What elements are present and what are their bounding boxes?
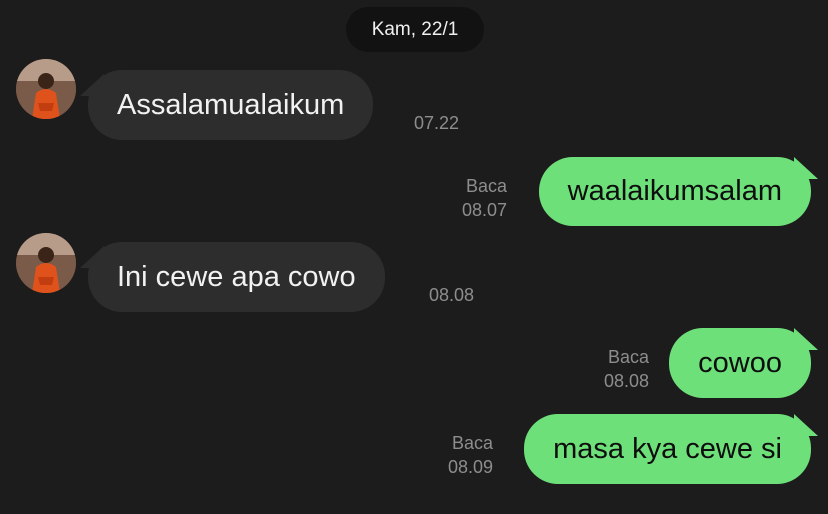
contact-avatar[interactable] xyxy=(16,233,76,293)
message-text: waalaikumsalam xyxy=(567,175,782,207)
message-time: 08.08 xyxy=(429,285,475,305)
message-time: 08.07 xyxy=(461,200,507,220)
message-text: cowoo xyxy=(698,346,782,379)
message-meta: Baca 08.09 xyxy=(448,431,493,479)
bubble-tail xyxy=(794,414,818,436)
message-bubble-outgoing[interactable]: cowoo xyxy=(669,328,811,398)
message-time: 08.09 xyxy=(447,457,493,477)
message-bubble-incoming[interactable]: Assalamualaikum xyxy=(88,70,374,140)
message-time: 07.22 xyxy=(414,113,460,133)
message-text: masa kya cewe si xyxy=(553,432,782,465)
message-bubble-outgoing[interactable]: masa kya cewe si xyxy=(524,414,811,484)
message-meta: Baca 08.08 xyxy=(604,345,649,393)
message-time: 08.08 xyxy=(603,371,649,391)
message-meta: Baca 08.07 xyxy=(462,174,507,222)
read-status: Baca xyxy=(607,347,649,367)
avatar-image xyxy=(16,233,76,293)
message-text: Ini cewe apa cowo xyxy=(117,260,356,293)
message-bubble-outgoing[interactable]: waalaikumsalam xyxy=(538,157,811,226)
date-separator: Kam, 22/1 xyxy=(346,7,484,52)
avatar-image xyxy=(16,59,76,119)
message-text: Assalamualaikum xyxy=(117,88,345,121)
bubble-tail xyxy=(794,157,818,179)
message-bubble-incoming[interactable]: Ini cewe apa cowo xyxy=(88,242,385,312)
read-status: Baca xyxy=(465,176,507,196)
bubble-tail xyxy=(794,328,818,350)
contact-avatar[interactable] xyxy=(16,59,76,119)
read-status: Baca xyxy=(451,433,493,453)
